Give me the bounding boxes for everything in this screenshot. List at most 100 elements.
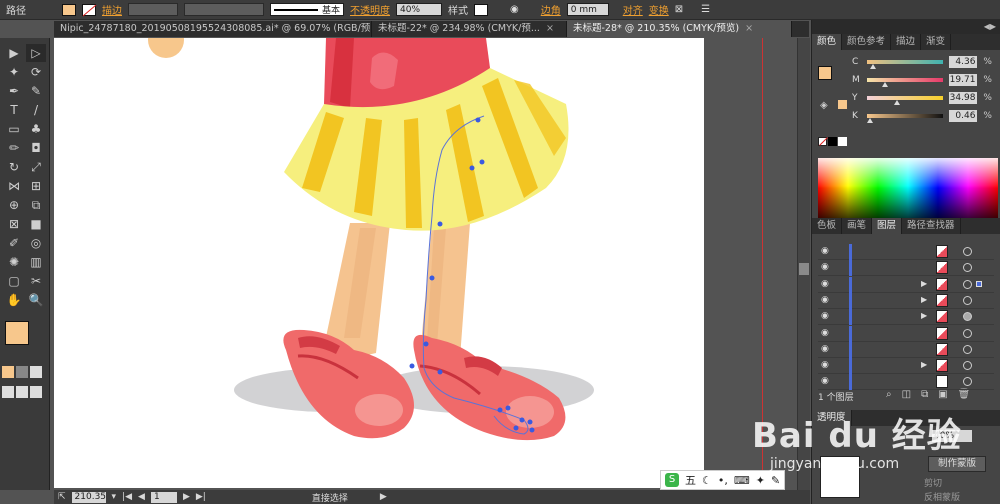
cyan-value[interactable]: 4.36 — [948, 56, 978, 68]
skin-icon[interactable]: ✦ — [756, 474, 765, 487]
rectangle-icon[interactable]: ▭ — [4, 120, 24, 138]
artboard-number-input[interactable]: 1 — [150, 491, 177, 503]
layer-row[interactable]: ◉ — [818, 341, 994, 358]
opacity-label[interactable]: 不透明度 — [350, 2, 390, 17]
rotate-icon[interactable]: ↻ — [4, 158, 24, 176]
tab-color-guide[interactable]: 颜色参考 — [842, 34, 892, 50]
draw-behind-icon[interactable] — [16, 386, 28, 398]
isolate-icon[interactable]: ⊠ — [675, 4, 683, 15]
perspective-icon[interactable]: ⧉ — [26, 196, 46, 214]
screen-mode-icon[interactable] — [30, 386, 42, 398]
slider-knob[interactable] — [870, 64, 877, 69]
tab-brushes[interactable]: 画笔 — [842, 218, 873, 234]
black-slider[interactable]: K 0.46 % — [852, 108, 992, 124]
recolor-icon[interactable]: ◉ — [510, 4, 519, 15]
layer-row[interactable]: ◉ — [818, 244, 994, 260]
visibility-eye-icon[interactable]: ◉ — [821, 262, 833, 272]
draw-normal-icon[interactable] — [2, 386, 14, 398]
moon-icon[interactable]: ☾ — [702, 474, 712, 487]
zoom-icon[interactable]: 🔍 — [26, 291, 46, 309]
stroke-weight-dropdown[interactable] — [128, 3, 178, 16]
ime-toolbar[interactable]: S 五 ☾ •, ⌨ ✦ ✎ — [660, 470, 785, 490]
slice-icon[interactable]: ✂ — [26, 272, 46, 290]
target-circle-icon[interactable] — [963, 344, 972, 354]
tab-gradient[interactable]: 渐变 — [921, 34, 952, 50]
layer-row[interactable]: ◉ ▶ — [818, 276, 994, 293]
prev-artboard-icon[interactable]: ◀ — [138, 492, 145, 502]
expand-triangle-icon[interactable]: ▶ — [921, 311, 927, 320]
black-swatch[interactable] — [828, 137, 837, 146]
tab-color[interactable]: 颜色 — [812, 34, 843, 50]
punctuation-icon[interactable]: •, — [718, 474, 728, 487]
corner-input[interactable]: 0 mm — [566, 3, 609, 16]
tab-stroke[interactable]: 描边 — [891, 34, 922, 50]
black-ramp[interactable] — [867, 114, 943, 123]
tab-document-2[interactable]: 未标题-22* @ 234.98% (CMYK/预... × — [372, 21, 567, 37]
expand-triangle-icon[interactable]: ▶ — [921, 360, 927, 369]
symbol-sprayer-icon[interactable]: ✺ — [4, 253, 24, 271]
visibility-eye-icon[interactable]: ◉ — [821, 295, 833, 305]
visibility-eye-icon[interactable]: ◉ — [821, 279, 833, 289]
yellow-value[interactable]: 34.98 — [948, 92, 978, 104]
visibility-eye-icon[interactable]: ◉ — [821, 328, 833, 338]
none-swatch[interactable] — [818, 137, 828, 146]
free-transform-icon[interactable]: ⊞ — [26, 177, 46, 195]
selection-arrow-icon[interactable]: ▶ — [4, 44, 24, 62]
layer-row[interactable]: ◉ — [818, 260, 994, 277]
expand-triangle-icon[interactable]: ▶ — [921, 279, 927, 288]
target-circle-icon[interactable] — [963, 247, 972, 256]
cyan-slider[interactable]: C 4.36 % — [852, 54, 992, 70]
gradient-mode-icon[interactable] — [16, 366, 28, 378]
tab-layers[interactable]: 图层 — [872, 218, 903, 234]
slider-knob[interactable] — [894, 100, 901, 105]
target-circle-icon[interactable] — [963, 279, 972, 289]
column-graph-icon[interactable]: ▥ — [26, 253, 46, 271]
collapse-bar[interactable]: ◀▶ — [812, 20, 1000, 34]
style-swatch[interactable] — [474, 3, 489, 16]
ime-mode[interactable]: 五 — [685, 472, 696, 488]
new-sublayer-icon[interactable]: ⧉ — [921, 389, 928, 400]
tab-pathfinder[interactable]: 路径查找器 — [902, 218, 961, 234]
cyan-ramp[interactable] — [867, 60, 943, 69]
tab-document-1[interactable]: Nipic_24787180_20190508195524308085.ai* … — [54, 21, 372, 37]
locate-object-icon[interactable]: ⌕ — [886, 389, 892, 400]
stroke-swatch[interactable] — [82, 3, 97, 16]
black-value[interactable]: 0.46 — [948, 110, 978, 122]
magic-wand-icon[interactable]: ✦ — [4, 63, 24, 81]
clipping-mask-icon[interactable]: ◫ — [902, 389, 911, 400]
clip-checkbox[interactable]: 剪切 — [924, 476, 942, 489]
target-circle-icon[interactable] — [963, 312, 972, 322]
slider-knob[interactable] — [867, 118, 874, 123]
magenta-value[interactable]: 19.71 — [948, 74, 978, 86]
blend-icon[interactable]: ◎ — [26, 234, 46, 252]
target-circle-icon[interactable] — [963, 295, 972, 305]
stroke-label[interactable]: 描边 — [102, 2, 122, 17]
magenta-ramp[interactable] — [867, 78, 943, 87]
corner-label[interactable]: 边角 — [541, 2, 561, 17]
scale-icon[interactable]: ⤢ — [26, 158, 46, 176]
curvature-icon[interactable]: ✎ — [26, 82, 46, 100]
new-layer-icon[interactable]: ▣ — [938, 389, 947, 400]
target-circle-icon[interactable] — [963, 328, 972, 338]
target-circle-icon[interactable] — [963, 377, 972, 387]
yellow-slider[interactable]: Y 34.98 % — [852, 90, 992, 106]
paintbrush-icon[interactable]: ♣ — [26, 120, 46, 138]
panel-menu-icon[interactable]: ☰ — [701, 4, 710, 15]
tools-icon[interactable]: ✎ — [771, 474, 780, 487]
layer-row[interactable]: ◉ — [818, 325, 994, 342]
target-circle-icon[interactable] — [963, 263, 972, 273]
eraser-icon[interactable]: ◘ — [26, 139, 46, 157]
yellow-ramp[interactable] — [867, 96, 943, 105]
visibility-eye-icon[interactable]: ◉ — [821, 344, 833, 354]
artboard-nav-icon[interactable]: ⇱ — [58, 492, 66, 502]
out-of-gamut-icon[interactable]: ◈ — [820, 100, 828, 111]
none-mode-icon[interactable] — [30, 366, 42, 378]
width-icon[interactable]: ⋈ — [4, 177, 24, 195]
tab-document-3[interactable]: 未标题-28* @ 210.35% (CMYK/预览) × — [567, 21, 792, 37]
expand-triangle-icon[interactable]: ▶ — [921, 295, 927, 304]
shape-builder-icon[interactable]: ⊕ — [4, 196, 24, 214]
invert-mask-checkbox[interactable]: 反相蒙版 — [924, 490, 960, 503]
direct-selection-icon[interactable]: ▷ — [26, 44, 46, 62]
tab-swatches[interactable]: 色板 — [812, 218, 843, 234]
color-fill-swatch[interactable] — [818, 66, 832, 80]
